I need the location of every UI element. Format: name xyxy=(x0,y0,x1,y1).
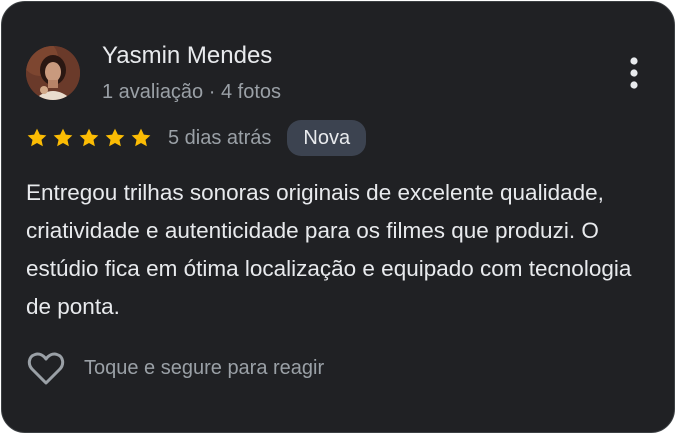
author-name[interactable]: Yasmin Mendes xyxy=(102,42,272,70)
rating-row: 5 dias atrás Nova xyxy=(26,120,367,156)
star-icon xyxy=(131,128,151,147)
new-badge: Nova xyxy=(287,120,367,156)
more-vert-icon[interactable] xyxy=(620,54,648,94)
review-text: Entregou trilhas sonoras originais de ex… xyxy=(26,180,632,319)
react-button[interactable]: Toque e segure para reagir xyxy=(26,348,324,388)
avatar[interactable] xyxy=(26,46,80,100)
review-card: Yasmin Mendes 1 avaliação · 4 fotos 5 di… xyxy=(1,1,675,433)
author-meta: 1 avaliação · 4 fotos xyxy=(102,81,281,103)
star-icon xyxy=(105,128,125,147)
star-icon xyxy=(79,128,99,147)
star-rating xyxy=(26,127,156,149)
react-label: Toque e segure para reagir xyxy=(84,356,325,379)
star-icon xyxy=(53,128,73,147)
heart-outline-icon[interactable] xyxy=(26,350,66,386)
star-icon xyxy=(27,128,47,147)
review-date: 5 dias atrás xyxy=(168,126,272,149)
